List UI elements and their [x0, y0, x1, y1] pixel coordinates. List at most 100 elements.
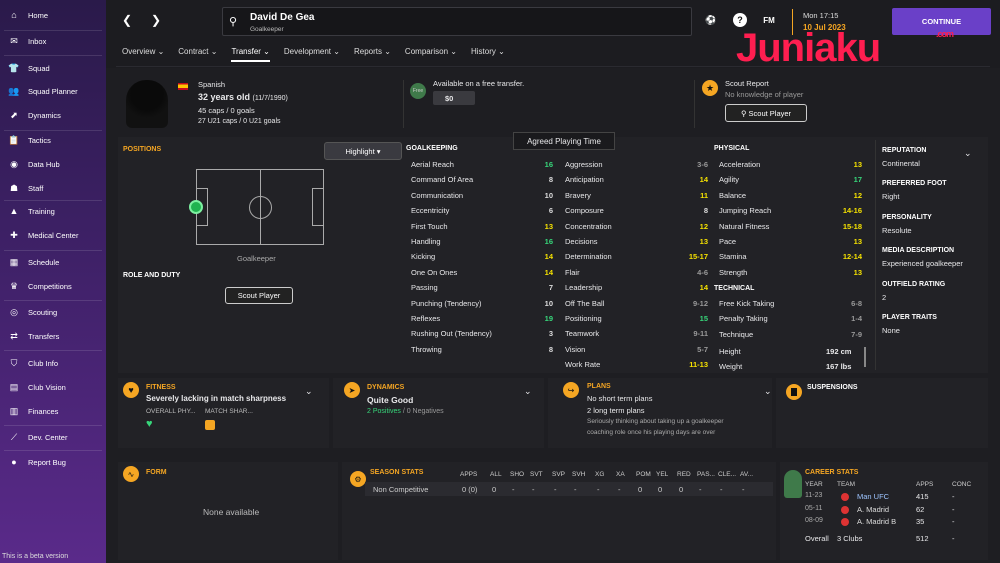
caps: 45 caps / 0 goals	[198, 106, 255, 115]
chevron-down-icon: ⌄	[155, 47, 165, 56]
match-sharpness-icon	[205, 420, 215, 430]
season-col-header: XA	[616, 471, 625, 478]
sidebar-item-club-vision[interactable]: ▤ Club Vision	[0, 378, 106, 396]
physical-attr-value: 13	[853, 267, 862, 277]
fitness-expand-icon[interactable]: ⌄	[305, 386, 313, 397]
technical-attr-label: Free Kick Taking	[719, 299, 775, 308]
dynamics-icon: ➤	[344, 382, 360, 398]
weight-value: 167 lbs	[826, 362, 852, 371]
sidebar-item-scouting[interactable]: ◎ Scouting	[0, 303, 106, 321]
sidebar-item-inbox[interactable]: ✉ Inbox	[0, 32, 106, 50]
season-cell: 0	[638, 485, 643, 494]
mental-attr-value: 4-6	[697, 267, 708, 277]
tab-reports[interactable]: Reports ⌄	[354, 47, 391, 62]
mental-attr-label: Determination	[565, 252, 612, 262]
chevron-down-icon: ⌄	[208, 47, 218, 56]
forward-arrow-icon[interactable]: ❯	[151, 13, 161, 27]
tab-label: Overview	[122, 47, 156, 56]
club-badge-icon[interactable]: ⚽	[704, 13, 718, 27]
header-scout-player-button[interactable]: ⚲ Scout Player	[725, 104, 807, 122]
gk-attr-label: First Touch	[411, 221, 448, 231]
reputation-expand-icon[interactable]: ⌄	[964, 148, 972, 159]
dynamics-counts: 2 Positives / 0 Negatives	[367, 408, 444, 415]
back-arrow-icon[interactable]: ❮	[122, 13, 132, 27]
physical-attr-value: 13	[853, 237, 862, 246]
season-cell: -	[532, 485, 535, 494]
sidebar-item-report-bug[interactable]: ● Report Bug	[0, 453, 106, 471]
goalkeeper-position-marker	[189, 200, 203, 214]
sidebar-item-medical-center[interactable]: ✚ Medical Center	[0, 226, 106, 244]
sidebar-item-squad[interactable]: 👕 Squad	[0, 59, 106, 77]
sidebar-item-label: Training	[28, 206, 55, 216]
season-cell: 0 (0)	[462, 485, 478, 494]
suspensions-title: SUSPENSIONS	[807, 384, 858, 391]
chevron-down-icon: ⌄	[331, 47, 340, 56]
technical-attr-value: 7-9	[851, 329, 862, 339]
form-title[interactable]: FORM	[146, 469, 167, 476]
sidebar-item-training[interactable]: ▲ Training	[0, 202, 106, 220]
sidebar-item-squad-planner[interactable]: 👥 Squad Planner	[0, 82, 106, 100]
transfer-icon: ⇄	[10, 330, 18, 341]
dynamics-expand-icon[interactable]: ⌄	[524, 386, 532, 397]
sidebar-item-tactics[interactable]: 📋 Tactics	[0, 131, 106, 149]
sidebar-item-label: Staff	[28, 183, 44, 193]
role-scout-player-button[interactable]: Scout Player	[225, 287, 293, 304]
mental-attr-label: Aggression	[565, 160, 603, 169]
career-stats-title[interactable]: CAREER STATS	[805, 469, 858, 476]
pitch-diagram	[189, 169, 324, 245]
nav-separator	[4, 30, 102, 31]
gk-attr-value: 10	[544, 190, 553, 200]
career-team[interactable]: A. Madrid B	[857, 517, 896, 526]
info-foot-value: Right	[882, 192, 900, 201]
dev-icon: ⟋	[10, 431, 18, 442]
dynamics-title[interactable]: DYNAMICS	[367, 384, 404, 391]
chevron-down-icon: ⌄	[495, 47, 505, 56]
season-cell: -	[512, 485, 515, 494]
tab-history[interactable]: History ⌄	[471, 47, 505, 62]
spain-flag-icon	[178, 83, 188, 90]
gk-attr-value: 16	[544, 160, 553, 169]
suspension-card-icon	[786, 384, 802, 400]
sidebar-item-club-info[interactable]: ⛉ Club Info	[0, 354, 106, 372]
sidebar-item-home[interactable]: ⌂ Home	[0, 6, 106, 24]
sidebar-item-dynamics[interactable]: ⬈ Dynamics	[0, 106, 106, 124]
sidebar-item-staff[interactable]: ☗ Staff	[0, 179, 106, 197]
plans-expand-icon[interactable]: ⌄	[764, 386, 772, 397]
fm-menu-icon[interactable]: FM	[762, 13, 776, 27]
tab-label: Transfer	[231, 47, 261, 56]
season-stats-title[interactable]: SEASON STATS	[370, 469, 423, 476]
career-team[interactable]: A. Madrid	[857, 505, 889, 514]
career-team[interactable]: Man UFC	[857, 492, 889, 501]
app-window: ⌂ Home ✉ Inbox 👕 Squad 👥 Squad Planner ⬈ Dynamics…	[0, 0, 1000, 563]
plans-title[interactable]: PLANS	[587, 383, 611, 390]
sidebar-item-transfers[interactable]: ⇄ Transfers	[0, 327, 106, 345]
help-icon[interactable]: ?	[733, 13, 747, 27]
tab-label: Contract	[178, 47, 209, 56]
sidebar-item-finances[interactable]: ▥ Finances	[0, 402, 106, 420]
positions-title[interactable]: POSITIONS	[123, 146, 161, 153]
sidebar-item-competitions[interactable]: ♛ Competitions	[0, 277, 106, 295]
career-year: 08-09	[805, 517, 823, 524]
tab-comparison[interactable]: Comparison ⌄	[405, 47, 457, 62]
physical-attr-value: 15-18	[842, 221, 862, 231]
tab-transfer[interactable]: Transfer ⌄	[231, 47, 270, 62]
career-year: 11-23	[805, 492, 823, 499]
sidebar-item-data-hub[interactable]: ◉ Data Hub	[0, 155, 106, 173]
career-year: 05-11	[805, 504, 823, 512]
gk-attr-label: Punching (Tendency)	[411, 298, 482, 308]
physical-attr-value: 13	[853, 160, 862, 169]
tab-contract[interactable]: Contract ⌄	[178, 47, 217, 62]
position-label: Goalkeeper	[237, 254, 276, 263]
transfer-value: $0	[433, 91, 475, 105]
career-overall-label: Overall	[805, 534, 829, 543]
sidebar-item-schedule[interactable]: ▦ Schedule	[0, 253, 106, 271]
fitness-title[interactable]: FITNESS	[146, 384, 176, 391]
tab-development[interactable]: Development ⌄	[284, 47, 340, 62]
plans-desc-1: Seriously thinking about taking up a goa…	[587, 418, 724, 425]
physical-attr-label: Strength	[719, 267, 748, 277]
info-scrollbar[interactable]	[864, 347, 866, 367]
player-search-box[interactable]: ⚲ David De Gea Goalkeeper	[222, 7, 692, 36]
highlight-dropdown[interactable]: Highlight ▾	[324, 142, 402, 160]
tab-overview[interactable]: Overview ⌄	[122, 47, 164, 62]
sidebar-item-dev-center[interactable]: ⟋ Dev. Center	[0, 428, 106, 446]
